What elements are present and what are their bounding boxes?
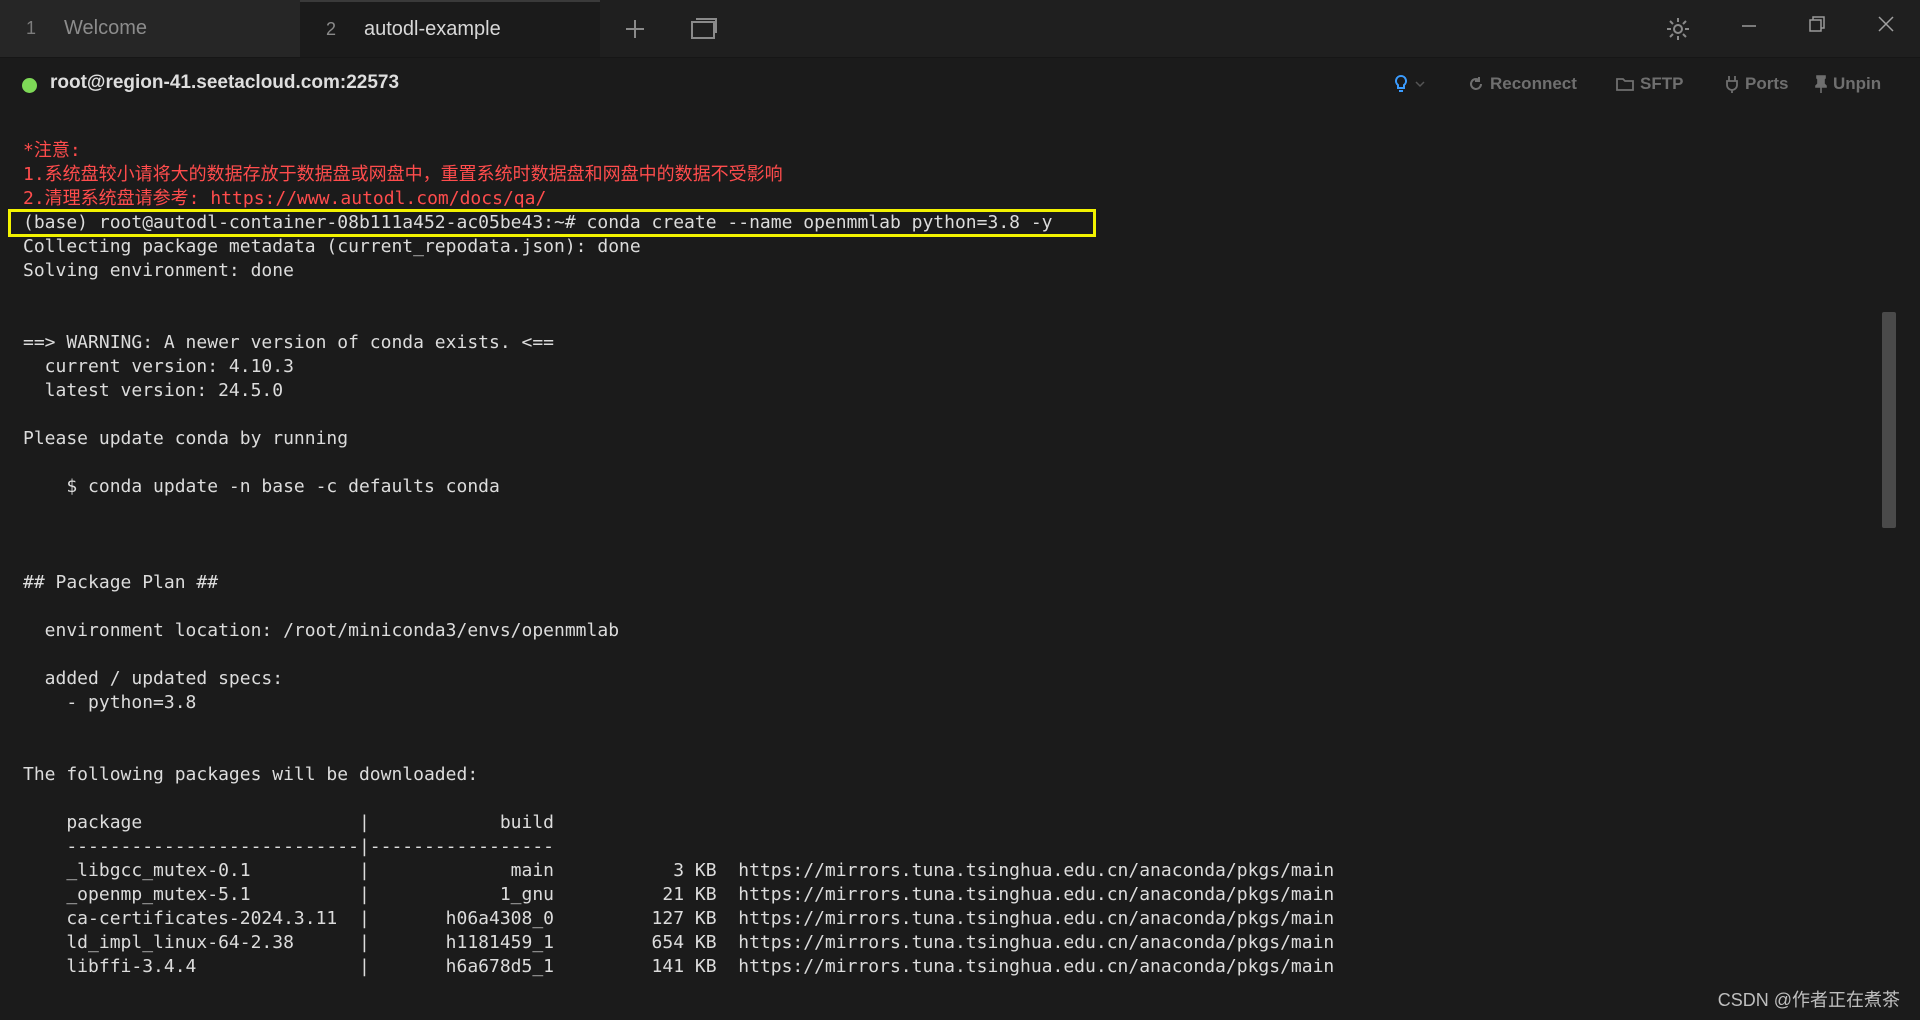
tab-number: 1 <box>26 18 37 38</box>
command-highlight-box <box>8 209 1096 237</box>
ports-label: Ports <box>1745 74 1789 93</box>
terminal-line: added / updated specs: <box>23 668 284 689</box>
restore-icon[interactable] <box>1803 10 1831 38</box>
refresh-icon <box>1470 77 1482 90</box>
tab-label: Welcome <box>64 17 147 39</box>
lightbulb-icon <box>1395 74 1407 92</box>
plus-icon[interactable] <box>620 14 650 44</box>
terminal-line: *注意: <box>23 140 81 161</box>
minimize-icon[interactable] <box>1735 12 1763 40</box>
folder-icon <box>1616 78 1634 91</box>
watermark: CSDN @作者正在煮茶 <box>1717 990 1900 1010</box>
sftp-button[interactable]: SFTP <box>1616 74 1683 94</box>
reconnect-button[interactable]: Reconnect <box>1468 74 1577 94</box>
table-header: package | build <box>23 812 555 833</box>
tab-label: autodl-example <box>364 18 501 40</box>
reconnect-label: Reconnect <box>1490 74 1577 93</box>
terminal-line: Collecting package metadata (current_rep… <box>23 236 641 257</box>
table-divider: ---------------------------|------------… <box>23 836 555 857</box>
table-row: ca-certificates-2024.3.11 | h06a4308_0 1… <box>23 908 1335 929</box>
connection-status-dot <box>22 78 37 93</box>
tab-number: 2 <box>326 19 337 39</box>
terminal-line: The following packages will be downloade… <box>23 764 479 785</box>
terminal-line: current version: 4.10.3 <box>23 356 294 377</box>
sftp-label: SFTP <box>1640 74 1684 93</box>
unpin-button[interactable]: Unpin <box>1815 74 1881 94</box>
terminal-output[interactable]: *注意: 1.系统盘较小请将大的数据存放于数据盘或网盘中，重置系统时数据盘和网盘… <box>0 115 1880 1020</box>
terminal-line: $ conda update -n base -c defaults conda <box>23 476 500 497</box>
terminal-line: Solving environment: done <box>23 260 294 281</box>
table-row: _libgcc_mutex-0.1 | main 3 KB https://mi… <box>23 860 1335 881</box>
tab-welcome[interactable]: 1 Welcome <box>0 0 300 57</box>
table-row: libffi-3.4.4 | h6a678d5_1 141 KB https:/… <box>23 956 1335 977</box>
gear-icon[interactable] <box>1662 13 1694 45</box>
window-icon[interactable] <box>688 14 720 44</box>
table-row: _openmp_mutex-5.1 | 1_gnu 21 KB https://… <box>23 884 1335 905</box>
plug-icon <box>1726 76 1738 93</box>
lightbulb-dropdown[interactable] <box>1393 74 1425 94</box>
terminal-line: 2.清理系统盘请参考: https://www.autodl.com/docs/… <box>23 188 547 209</box>
host-label: root@region-41.seetacloud.com:22573 <box>50 72 400 93</box>
tab-bar: 1 Welcome 2 autodl-example <box>0 0 1920 58</box>
terminal-line: Please update conda by running <box>23 428 349 449</box>
chevron-down-icon <box>1415 81 1425 88</box>
terminal-line: latest version: 24.5.0 <box>23 380 284 401</box>
pin-icon <box>1815 75 1827 93</box>
tab-autodl-example[interactable]: 2 autodl-example <box>300 0 600 57</box>
table-row: ld_impl_linux-64-2.38 | h1181459_1 654 K… <box>23 932 1335 953</box>
ports-button[interactable]: Ports <box>1725 74 1788 94</box>
close-icon[interactable] <box>1872 10 1900 38</box>
terminal-line: ## Package Plan ## <box>23 572 219 593</box>
terminal-line: environment location: /root/miniconda3/e… <box>23 620 620 641</box>
terminal-line: 1.系统盘较小请将大的数据存放于数据盘或网盘中，重置系统时数据盘和网盘中的数据不… <box>23 164 783 185</box>
unpin-label: Unpin <box>1833 74 1882 93</box>
terminal-scrollbar[interactable] <box>1882 312 1896 528</box>
terminal-line: - python=3.8 <box>23 692 197 713</box>
connection-bar: root@region-41.seetacloud.com:22573 Reco… <box>0 58 1920 115</box>
terminal-line: ==> WARNING: A newer version of conda ex… <box>23 332 555 353</box>
